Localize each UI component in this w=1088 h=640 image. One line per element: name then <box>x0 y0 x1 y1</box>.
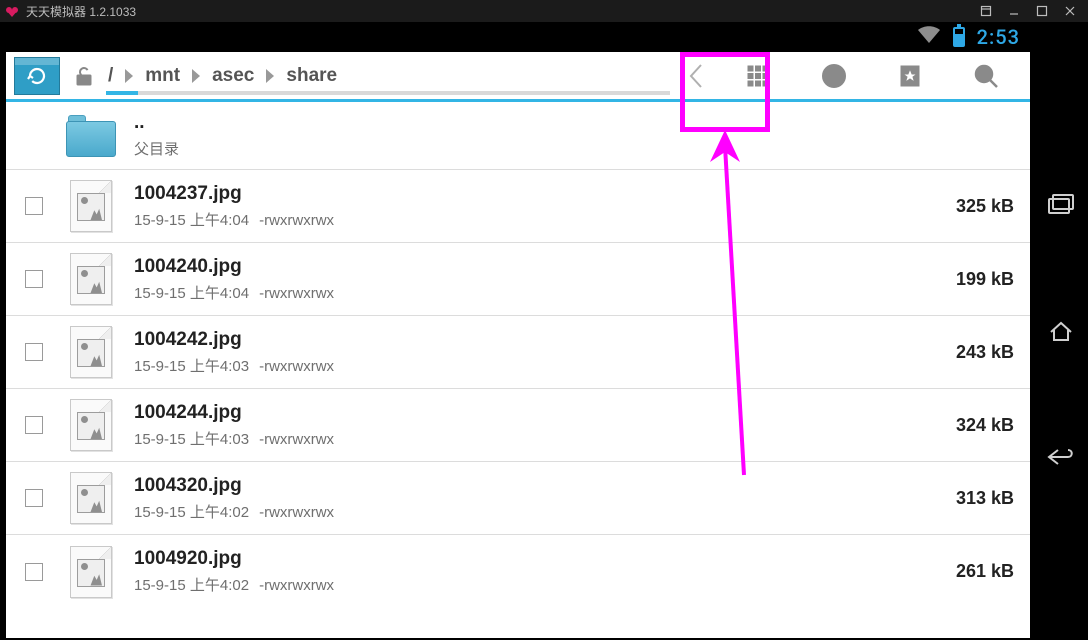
file-name: 1004240.jpg <box>134 256 934 278</box>
folder-icon <box>66 115 116 157</box>
file-list[interactable]: .. 父目录 1004237.jpg 15-9-15 上午4:04 -rwxrwx… <box>6 102 1030 635</box>
row-checkbox[interactable] <box>25 489 43 507</box>
status-clock: 2:53 <box>977 25 1020 49</box>
crumb-share[interactable]: share <box>284 65 339 87</box>
row-checkbox[interactable] <box>25 270 43 288</box>
file-row[interactable]: 1004320.jpg 15-9-15 上午4:02 -rwxrwxrwx 313… <box>6 462 1030 535</box>
image-file-icon <box>70 326 112 378</box>
file-size: 199 kB <box>934 269 1014 290</box>
search-button[interactable] <box>950 51 1022 101</box>
nav-recents-button[interactable] <box>1043 187 1079 223</box>
file-perm: -rwxrwxrwx <box>259 431 334 448</box>
image-file-icon <box>70 546 112 598</box>
history-button[interactable] <box>798 51 870 101</box>
file-perm: -rwxrwxrwx <box>259 504 334 521</box>
file-perm: -rwxrwxrwx <box>259 577 334 594</box>
row-checkbox[interactable] <box>25 343 43 361</box>
file-name: 1004920.jpg <box>134 548 934 570</box>
parent-dir-sub: 父目录 <box>134 138 934 159</box>
parent-dir-row[interactable]: .. 父目录 <box>6 102 1030 170</box>
file-size: 313 kB <box>934 488 1014 509</box>
row-checkbox[interactable] <box>25 197 43 215</box>
file-row[interactable]: 1004240.jpg 15-9-15 上午4:04 -rwxrwxrwx 199… <box>6 243 1030 316</box>
parent-dir-name: .. <box>134 112 934 134</box>
emulator-title: 天天模拟器 1.2.1033 <box>26 3 136 20</box>
file-size: 243 kB <box>934 342 1014 363</box>
file-date: 15-9-15 上午4:03 <box>134 431 249 448</box>
window-close-button[interactable] <box>1056 0 1084 22</box>
battery-icon <box>953 27 965 47</box>
image-file-icon <box>70 399 112 451</box>
chevron-right-icon <box>190 68 202 84</box>
emulator-title-bar: 天天模拟器 1.2.1033 <box>0 0 1088 22</box>
window-tray-button[interactable] <box>972 0 1000 22</box>
android-screen: 2:53 / mnt asec share <box>0 22 1034 640</box>
image-file-icon <box>70 253 112 305</box>
file-date: 15-9-15 上午4:04 <box>134 285 249 302</box>
window-minimize-button[interactable] <box>1000 0 1028 22</box>
file-name: 1004237.jpg <box>134 183 934 205</box>
nav-home-button[interactable] <box>1043 313 1079 349</box>
crumb-mnt[interactable]: mnt <box>143 65 182 87</box>
image-file-icon <box>70 180 112 232</box>
file-name: 1004320.jpg <box>134 475 934 497</box>
file-date: 15-9-15 上午4:02 <box>134 577 249 594</box>
file-size: 325 kB <box>934 196 1014 217</box>
bookmarks-button[interactable] <box>874 51 946 101</box>
file-row[interactable]: 1004244.jpg 15-9-15 上午4:03 -rwxrwxrwx 324… <box>6 389 1030 462</box>
row-checkbox[interactable] <box>25 563 43 581</box>
android-system-bar <box>1034 22 1088 640</box>
wifi-icon <box>917 25 941 49</box>
file-name: 1004244.jpg <box>134 402 934 424</box>
file-date: 15-9-15 上午4:04 <box>134 212 249 229</box>
chevron-right-icon <box>264 68 276 84</box>
image-file-icon <box>70 472 112 524</box>
window-maximize-button[interactable] <box>1028 0 1056 22</box>
file-row[interactable]: 1004242.jpg 15-9-15 上午4:03 -rwxrwxrwx 243… <box>6 316 1030 389</box>
file-perm: -rwxrwxrwx <box>259 212 334 229</box>
emulator-logo-icon <box>6 5 20 17</box>
chevron-right-icon <box>123 68 135 84</box>
file-row[interactable]: 1004237.jpg 15-9-15 上午4:04 -rwxrwxrwx 325… <box>6 170 1030 243</box>
crumb-asec[interactable]: asec <box>210 65 256 87</box>
breadcrumb[interactable]: / mnt asec share <box>106 59 670 93</box>
file-perm: -rwxrwxrwx <box>259 285 334 302</box>
status-bar: 2:53 <box>0 22 1034 52</box>
row-checkbox[interactable] <box>25 416 43 434</box>
toolbar: / mnt asec share <box>6 52 1030 102</box>
unlock-icon[interactable] <box>70 62 98 90</box>
file-date: 15-9-15 上午4:02 <box>134 504 249 521</box>
nav-back-button[interactable] <box>1043 439 1079 475</box>
file-perm: -rwxrwxrwx <box>259 358 334 375</box>
file-manager-app: / mnt asec share <box>6 52 1030 638</box>
history-back-button[interactable] <box>674 54 718 98</box>
file-size: 324 kB <box>934 415 1014 436</box>
crumb-root[interactable]: / <box>106 65 115 87</box>
file-name: 1004242.jpg <box>134 329 934 351</box>
file-size: 261 kB <box>934 561 1014 582</box>
view-grid-button[interactable] <box>722 51 794 101</box>
file-date: 15-9-15 上午4:03 <box>134 358 249 375</box>
app-refresh-icon[interactable] <box>14 57 60 95</box>
file-row[interactable]: 1004920.jpg 15-9-15 上午4:02 -rwxrwxrwx 261… <box>6 535 1030 608</box>
